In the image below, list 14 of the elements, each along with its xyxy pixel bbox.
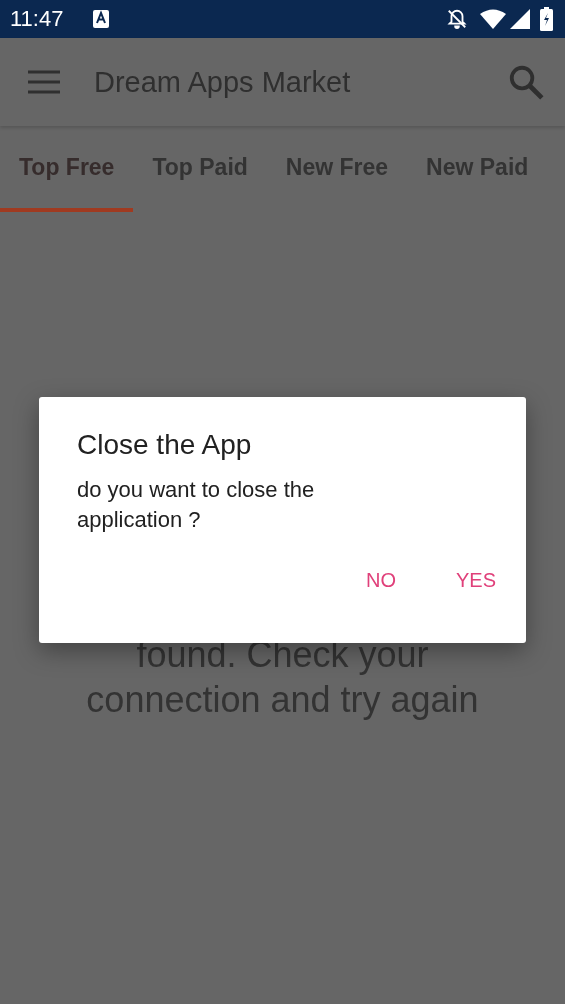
status-time: 11:47 xyxy=(10,6,64,32)
notifications-off-icon xyxy=(446,8,468,30)
app-title: Dream Apps Market xyxy=(94,65,352,99)
signal-icon xyxy=(510,9,530,29)
dialog-button[interactable]: YES xyxy=(435,559,516,602)
dialog-title: Close the App xyxy=(77,429,253,461)
search-icon[interactable] xyxy=(507,63,545,101)
dialog-button[interactable]: NO xyxy=(345,559,416,602)
battery-charging-icon xyxy=(540,7,553,31)
dialog-message: do you want to close the application ? xyxy=(77,476,316,534)
wifi-icon xyxy=(480,9,506,29)
tab[interactable]: Top Free xyxy=(0,126,134,212)
menu-icon[interactable] xyxy=(28,70,60,94)
font-icon xyxy=(93,10,110,28)
